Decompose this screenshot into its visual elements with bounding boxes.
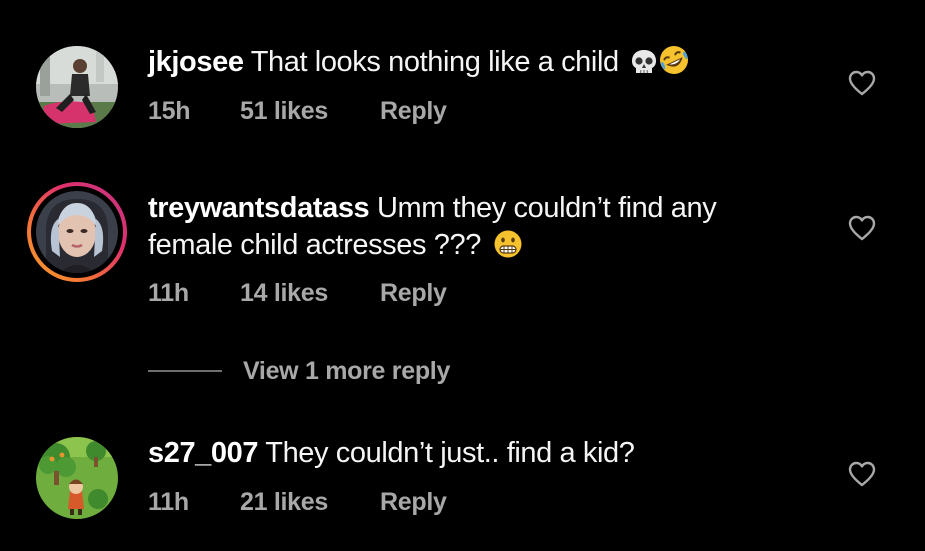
- avatar[interactable]: [36, 191, 118, 273]
- comment-time: 11h: [148, 279, 189, 307]
- reply-button[interactable]: Reply: [380, 97, 447, 126]
- heart-icon[interactable]: [848, 70, 876, 96]
- heart-icon[interactable]: [848, 215, 876, 241]
- comment-body: They couldn’t just.. find a kid?: [265, 437, 635, 469]
- heart-icon[interactable]: [848, 461, 876, 487]
- comment-username[interactable]: jkjosee: [148, 46, 244, 78]
- view-more-replies[interactable]: View 1 more reply: [148, 356, 450, 386]
- comment-likes[interactable]: 51 likes: [240, 97, 380, 126]
- comment-body: That looks nothing like a child: [250, 46, 619, 78]
- comment-text: jkjosee That looks nothing like a child: [148, 44, 808, 86]
- comment-meta: 11h 21 likes Reply: [148, 488, 447, 517]
- comment-text: s27_007 They couldn’t just.. find a kid?: [148, 435, 808, 472]
- reply-button[interactable]: Reply: [380, 488, 447, 517]
- skull-emoji: [630, 48, 658, 86]
- comment-likes[interactable]: 21 likes: [240, 488, 380, 517]
- comment-meta: 11h 14 likes Reply: [148, 279, 447, 308]
- avatar[interactable]: [36, 46, 118, 128]
- reply-button[interactable]: Reply: [380, 279, 447, 308]
- comment-time: 15h: [148, 97, 191, 125]
- comment-likes[interactable]: 14 likes: [240, 279, 380, 308]
- grimacing-emoji: [493, 229, 523, 269]
- replies-divider-line: [148, 370, 222, 372]
- avatar[interactable]: [36, 437, 118, 519]
- rolling-laughing-emoji: [658, 44, 690, 86]
- comment-username[interactable]: treywantsdatass: [148, 192, 370, 224]
- comment-meta: 15h 51 likes Reply: [148, 97, 447, 126]
- comment-time: 11h: [148, 488, 189, 516]
- comment-text: treywantsdatass Umm they couldn’t find a…: [148, 190, 808, 269]
- story-ring[interactable]: [27, 182, 127, 282]
- view-more-replies-label[interactable]: View 1 more reply: [243, 357, 450, 386]
- comment-username[interactable]: s27_007: [148, 437, 259, 469]
